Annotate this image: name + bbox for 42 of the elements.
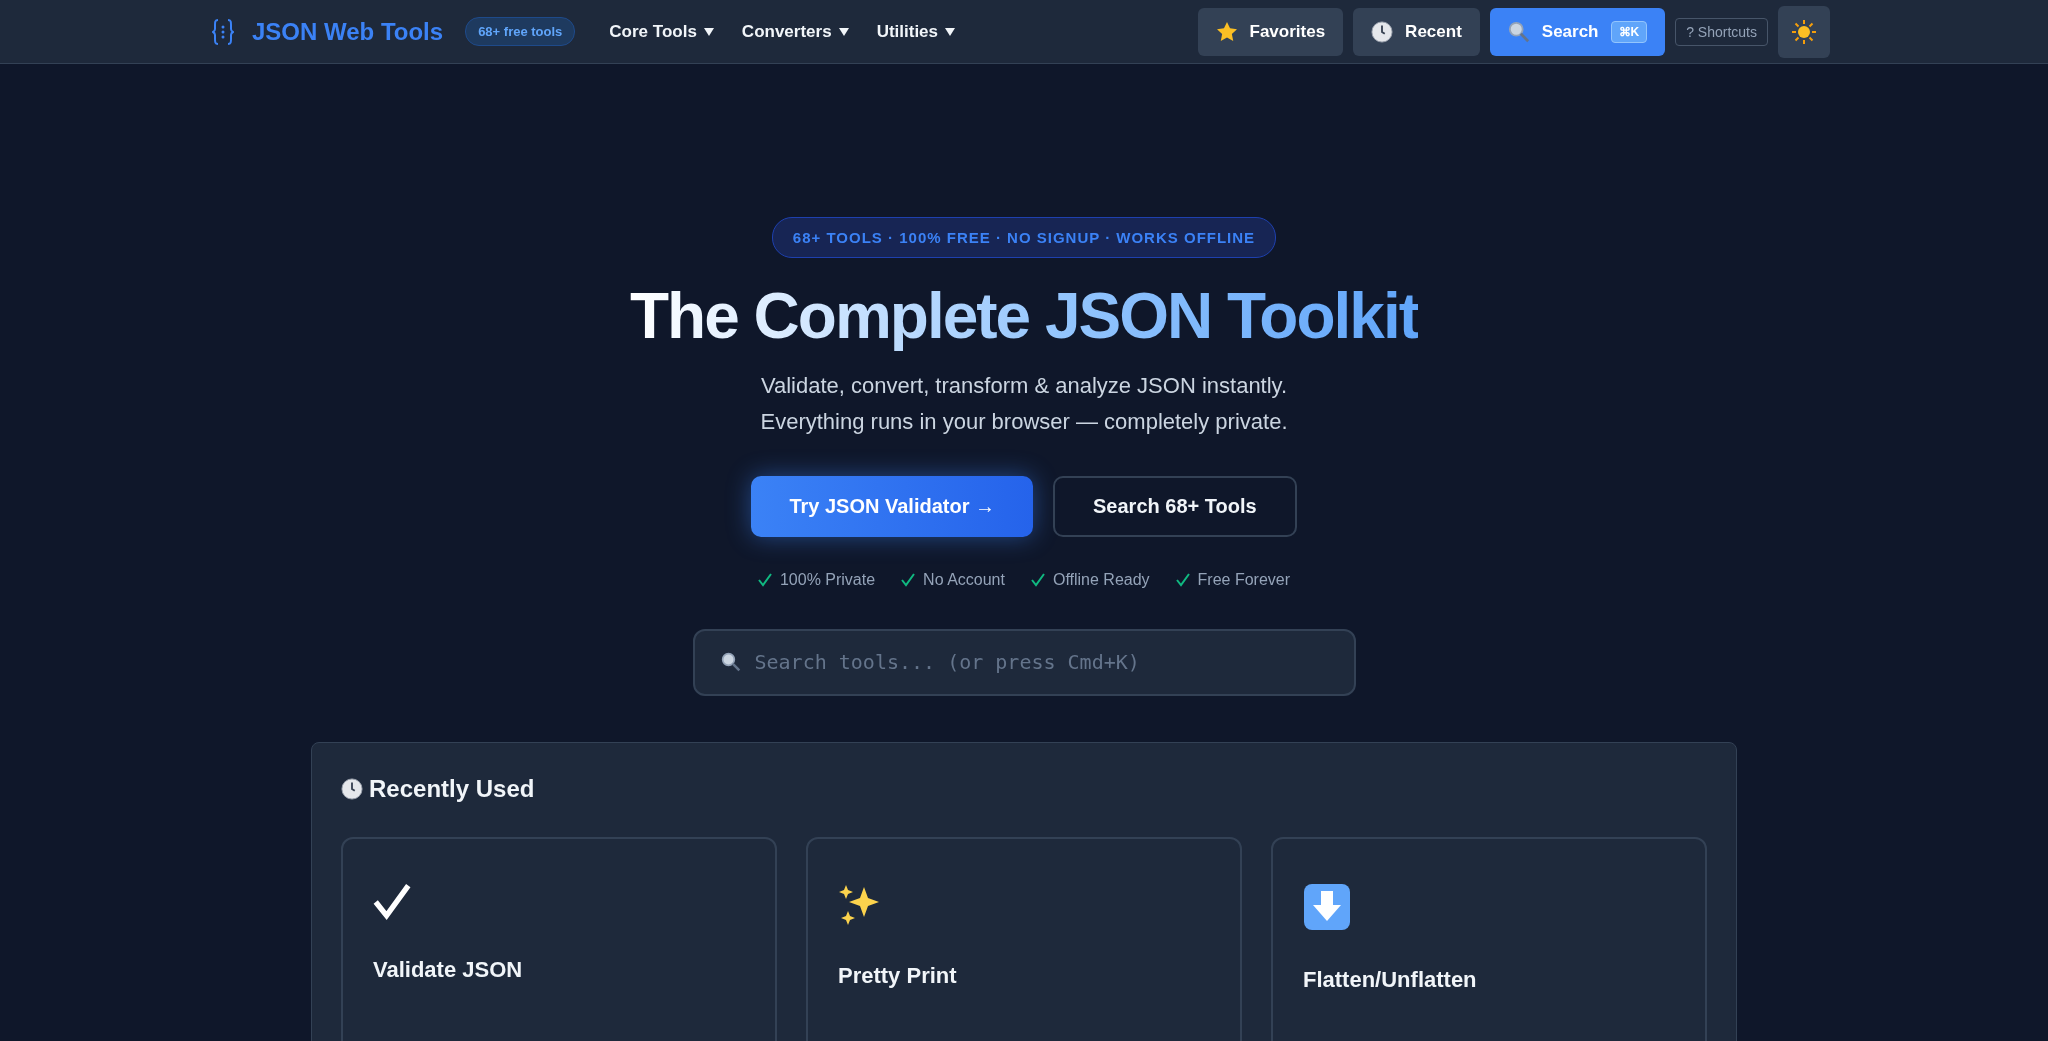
clock-icon xyxy=(1371,20,1394,43)
caret-icon xyxy=(838,27,849,36)
tool-name: Pretty Print xyxy=(838,962,958,989)
braces-icon xyxy=(212,18,234,45)
panel-title: Recently Used xyxy=(369,774,535,803)
feature-label: No Account xyxy=(923,570,1005,589)
feature-label: 100% Private xyxy=(779,570,876,589)
validator-button[interactable]: Try JSON Validator → xyxy=(751,475,1033,537)
shortcuts-button[interactable]: ? Shortcuts xyxy=(1675,17,1768,46)
feature-label: Free Forever xyxy=(1197,570,1291,589)
check-icon xyxy=(1175,572,1190,587)
star-icon xyxy=(1215,20,1238,43)
search-icon xyxy=(720,651,741,672)
caret-icon xyxy=(945,27,956,36)
check-icon xyxy=(757,572,772,587)
search-tools-button[interactable]: Search 68+ Tools xyxy=(1053,475,1297,537)
tool-card[interactable]: Pretty Print xyxy=(806,836,1242,1041)
check-icon xyxy=(373,882,411,921)
feature-label: Offline Ready xyxy=(1052,570,1150,589)
nav-menu[interactable]: Core Tools xyxy=(609,21,714,42)
tool-count-badge: 68+ free tools xyxy=(465,17,576,46)
shortcut-key: ⌘K xyxy=(1610,20,1648,43)
hero-subtitle: Validate, convert, transform & analyze JSON instantly. Everything runs in your browser — completely private. xyxy=(760,371,1288,436)
search-icon xyxy=(1507,20,1530,43)
favorites-button[interactable]: Favorites xyxy=(1197,7,1344,56)
nav-menu[interactable]: Converters xyxy=(741,21,849,42)
check-icon xyxy=(901,572,916,587)
tool-card[interactable]: Flatten/Unflatten xyxy=(1271,836,1707,1041)
caret-icon xyxy=(703,27,714,36)
site-logo[interactable]: JSON Web Tools xyxy=(252,17,444,46)
tool-name: Flatten/Unflatten xyxy=(1303,966,1478,993)
tool-card[interactable]: Validate JSON xyxy=(341,836,777,1041)
features-pill: 68+ TOOLS · 100% FREE · NO SIGNUP · WORKS OFFLINE xyxy=(771,217,1277,258)
sun-icon xyxy=(1791,18,1817,45)
search-button[interactable]: Search ⌘K xyxy=(1489,7,1666,56)
recent-button[interactable]: Recent xyxy=(1353,7,1480,56)
search-field[interactable]: Search tools... (or press Cmd+K) xyxy=(692,628,1356,696)
nav-menu[interactable]: Utilities xyxy=(876,21,956,42)
tool-name: Validate JSON xyxy=(373,956,524,983)
check-icon xyxy=(1030,572,1045,587)
clock-icon xyxy=(341,777,363,800)
theme-toggle[interactable] xyxy=(1778,5,1830,58)
